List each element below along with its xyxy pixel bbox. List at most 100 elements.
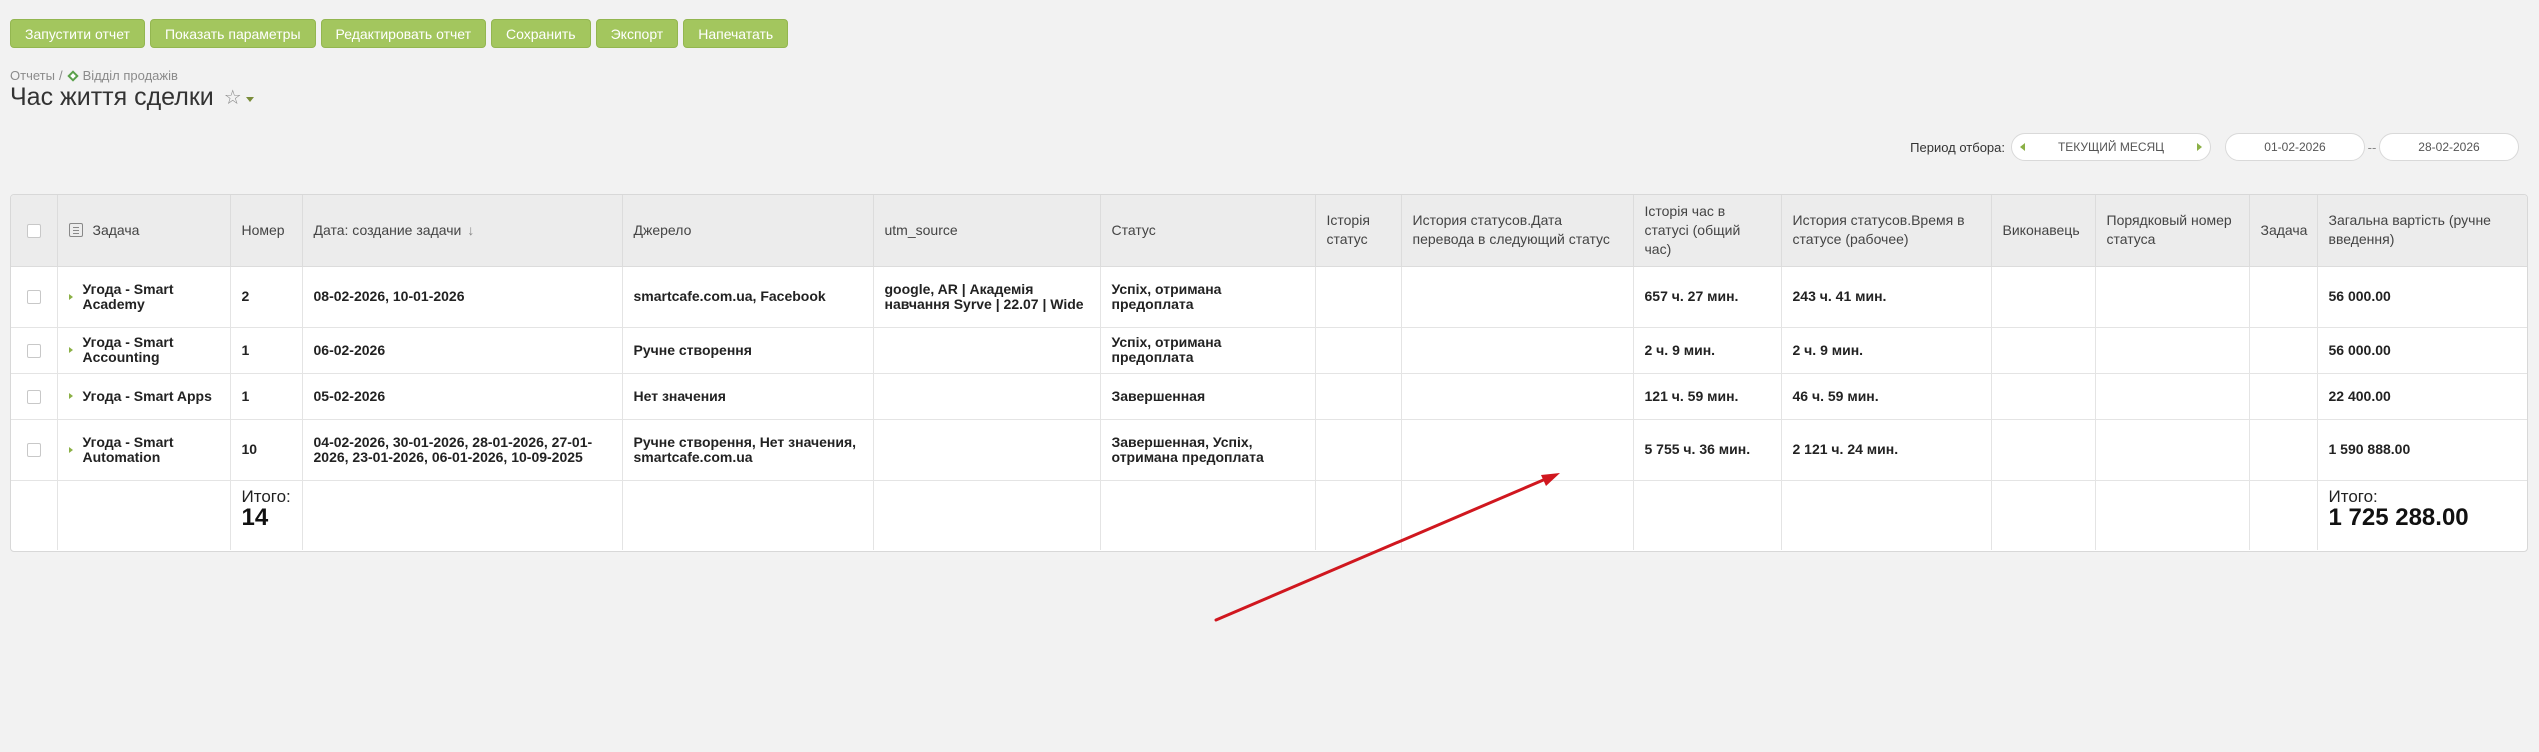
col-task-2[interactable]: Задача: [2249, 195, 2318, 267]
expand-row-icon[interactable]: [68, 393, 73, 399]
select-all-checkbox[interactable]: [26, 224, 41, 239]
cell-task-2: [2249, 266, 2318, 328]
col-utm-source[interactable]: utm_source: [873, 195, 1101, 267]
cell-time-work: 46 ч. 59 мин.: [1781, 373, 1992, 420]
row-checkbox[interactable]: [26, 389, 41, 404]
cell-source: Ручне створення: [622, 327, 874, 374]
cell-task-2: [2249, 327, 2318, 374]
expand-row-icon[interactable]: [68, 293, 73, 300]
cell-status-history-date: [1401, 266, 1634, 328]
arrow-down-icon[interactable]: ↓: [467, 222, 474, 238]
cell-time-total: 121 ч. 59 мин.: [1633, 373, 1782, 420]
col-time-work[interactable]: История статусов.Время в статусе (рабоче…: [1781, 195, 1992, 267]
expand-row-icon[interactable]: [68, 347, 73, 353]
cell-source: smartcafe.com.ua, Facebook: [622, 266, 874, 328]
row-checkbox[interactable]: [26, 290, 41, 305]
cell-status-order: [2095, 419, 2250, 481]
cell-status-history: [1315, 419, 1402, 481]
cell-utm: google, AR | Академія навчання Syrve | 2…: [873, 266, 1101, 328]
breadcrumb-sales-department[interactable]: Відділ продажів: [83, 68, 178, 83]
task-name[interactable]: Угода - Smart Automation: [83, 434, 219, 465]
cell-status: Завершенная: [1100, 373, 1316, 420]
cell-total-cost: 22 400.00: [2317, 373, 2527, 420]
run-report-button[interactable]: Запустити отчет: [10, 19, 145, 48]
cell-time-total: 2 ч. 9 мин.: [1633, 327, 1782, 374]
cell-status-order: [2095, 266, 2250, 328]
breadcrumb-separator: /: [58, 68, 63, 83]
period-filter: Период отбора: ТЕКУЩИЙ МЕСЯЦ 01-02-2026 …: [1910, 133, 2519, 161]
save-button[interactable]: Сохранить: [491, 19, 591, 48]
total-count-cell: Итого: 14: [230, 480, 303, 550]
col-task-label: Задача: [92, 221, 140, 238]
table-header: Задача Номер Дата: создание задачи ↓ Джер…: [11, 195, 2527, 267]
cell-date: 08-02-2026, 10-01-2026: [302, 266, 623, 328]
cell-number: 1: [230, 373, 303, 420]
cell-status: Завершенная, Успіх, отримана предоплата: [1100, 419, 1316, 481]
col-total-cost[interactable]: Загальна вартість (ручне введення): [2317, 195, 2527, 267]
col-status-order[interactable]: Порядковый номер статуса: [2095, 195, 2250, 267]
cell-time-total: 5 755 ч. 36 мин.: [1633, 419, 1782, 481]
chevron-down-icon[interactable]: [245, 96, 254, 102]
expand-row-icon[interactable]: [68, 446, 73, 453]
cell-task: Угода - Smart Accounting: [57, 327, 231, 374]
cell-status-history-date: [1401, 419, 1634, 481]
table-row[interactable]: Угода - Smart Apps 1 05-02-2026 Нет знач…: [11, 373, 2527, 420]
task-name[interactable]: Угода - Smart Accounting: [83, 335, 219, 365]
cell-status-history: [1315, 373, 1402, 420]
col-executor[interactable]: Виконавець: [1991, 195, 2096, 267]
col-status-history[interactable]: Історія статус: [1315, 195, 1402, 267]
cell-source: Нет значения: [622, 373, 874, 420]
cell-task-2: [2249, 419, 2318, 481]
cell-utm: [873, 419, 1101, 481]
prev-period-icon[interactable]: [2020, 143, 2025, 151]
table-row[interactable]: Угода - Smart Accounting 1 06-02-2026 Ру…: [11, 327, 2527, 374]
cell-status-history: [1315, 266, 1402, 328]
task-name[interactable]: Угода - Smart Apps: [83, 388, 212, 404]
cell-status-order: [2095, 327, 2250, 374]
cell-executor: [1991, 327, 2096, 374]
table-row[interactable]: Угода - Smart Academy 2 08-02-2026, 10-0…: [11, 266, 2527, 328]
total-sum-label: Итого:: [2328, 486, 2378, 506]
period-month-selector[interactable]: ТЕКУЩИЙ МЕСЯЦ: [2011, 133, 2211, 161]
breadcrumb-reports[interactable]: Отчеты: [10, 68, 55, 83]
cell-total-cost: 56 000.00: [2317, 327, 2527, 374]
cell-number: 1: [230, 327, 303, 374]
col-number[interactable]: Номер: [230, 195, 303, 267]
col-time-total[interactable]: Історія час в статусі (общий час): [1633, 195, 1782, 267]
row-checkbox[interactable]: [26, 343, 41, 358]
cell-executor: [1991, 266, 2096, 328]
cell-task: Угода - Smart Academy: [57, 266, 231, 328]
task-name[interactable]: Угода - Smart Academy: [83, 281, 219, 312]
total-count-label: Итого:: [241, 486, 291, 506]
diamond-icon: [66, 69, 79, 82]
col-status[interactable]: Статус: [1100, 195, 1316, 267]
col-status-history-date[interactable]: История статусов.Дата перевода в следующ…: [1401, 195, 1634, 267]
cell-status-order: [2095, 373, 2250, 420]
cell-utm: [873, 373, 1101, 420]
period-label: Период отбора:: [1910, 139, 2005, 155]
next-period-icon[interactable]: [2197, 143, 2202, 151]
star-icon[interactable]: ☆: [224, 88, 242, 108]
edit-report-button[interactable]: Редактировать отчет: [320, 19, 487, 48]
cell-task-2: [2249, 373, 2318, 420]
tree-list-icon[interactable]: [68, 223, 83, 238]
cell-time-work: 2 ч. 9 мин.: [1781, 327, 1992, 374]
export-button[interactable]: Экспорт: [595, 19, 679, 48]
select-all-cell: [11, 195, 58, 267]
cell-status: Успіх, отримана предоплата: [1100, 327, 1316, 374]
cell-date: 06-02-2026: [302, 327, 623, 374]
col-created-date[interactable]: Дата: создание задачи ↓: [302, 195, 623, 267]
cell-task: Угода - Smart Automation: [57, 419, 231, 481]
show-params-button[interactable]: Показать параметры: [149, 19, 316, 48]
table-row[interactable]: Угода - Smart Automation 10 04-02-2026, …: [11, 419, 2527, 481]
report-toolbar: Запустити отчет Показать параметры Редак…: [10, 19, 789, 48]
cell-status-history-date: [1401, 327, 1634, 374]
report-table: Задача Номер Дата: создание задачи ↓ Джер…: [10, 194, 2528, 552]
date-to-input[interactable]: 28-02-2026: [2379, 133, 2519, 161]
cell-number: 2: [230, 266, 303, 328]
row-checkbox[interactable]: [26, 443, 41, 458]
col-task[interactable]: Задача: [57, 195, 231, 267]
date-from-input[interactable]: 01-02-2026: [2225, 133, 2365, 161]
col-source[interactable]: Джерело: [622, 195, 874, 267]
print-button[interactable]: Напечатать: [683, 19, 789, 48]
